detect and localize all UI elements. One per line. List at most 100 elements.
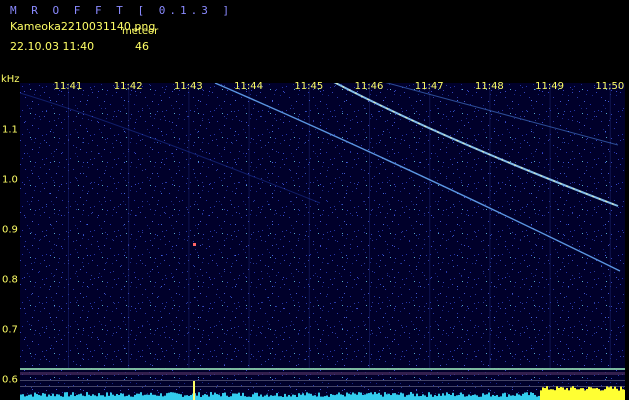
level-bar (46, 396, 48, 400)
level-bar (28, 394, 30, 400)
level-bar (190, 395, 192, 400)
level-bar (384, 392, 386, 400)
level-bar (452, 392, 454, 400)
level-bar (618, 390, 620, 400)
level-bar (522, 393, 524, 400)
level-bar (160, 393, 162, 400)
level-bar (330, 393, 332, 400)
level-bar (606, 386, 608, 400)
level-bar (412, 393, 414, 400)
level-bar (414, 396, 416, 400)
level-bar (224, 392, 226, 400)
level-bar (222, 393, 224, 400)
level-bar (448, 394, 450, 400)
meteor-label: meteor (122, 26, 159, 37)
level-bar (482, 393, 484, 400)
level-bar (124, 396, 126, 400)
level-bar (596, 387, 598, 400)
freq-tick: 0.6 (2, 374, 18, 386)
level-bar (528, 395, 530, 400)
level-bar (252, 394, 254, 400)
minute-streak (429, 83, 431, 368)
level-bar (294, 394, 296, 400)
level-bar (504, 392, 506, 400)
time-tick: 11:45 (294, 81, 324, 92)
level-bar (570, 387, 572, 400)
level-bar (458, 394, 460, 400)
level-bar (256, 392, 258, 400)
level-bar (348, 393, 350, 400)
level-bar (568, 390, 570, 400)
level-bar (488, 392, 490, 400)
level-bar (238, 392, 240, 400)
level-bar (24, 396, 26, 400)
time-tick: 11:47 (414, 81, 444, 92)
level-bar (26, 395, 28, 400)
level-bar (422, 394, 424, 400)
level-bar (312, 395, 314, 400)
level-bar (602, 390, 604, 400)
header-panel: M R O F F T [ 0.1.3 ] Kameoka2210031140.… (0, 0, 629, 78)
level-bar (466, 396, 468, 400)
level-bar (208, 396, 210, 400)
level-bar (92, 394, 94, 400)
level-bar (624, 389, 625, 400)
app-title: M R O F F T [ 0.1.3 ] (10, 4, 234, 17)
level-bar (226, 395, 228, 400)
level-bar (468, 394, 470, 400)
minute-streak (609, 83, 611, 368)
separator-line-2 (20, 386, 625, 387)
minute-streak (248, 83, 250, 368)
freq-tick: 0.8 (2, 274, 18, 286)
level-bar (42, 393, 44, 400)
level-bar (374, 392, 376, 400)
level-bar (278, 396, 280, 400)
level-bar (136, 393, 138, 400)
level-bar (56, 394, 58, 400)
level-bar (318, 392, 320, 400)
minute-streak (549, 83, 551, 368)
level-bar (446, 392, 448, 400)
level-bar (30, 394, 32, 400)
level-bar (210, 392, 212, 400)
level-bar (576, 389, 578, 400)
level-bar (444, 395, 446, 400)
level-bar (308, 393, 310, 400)
level-bar (44, 393, 46, 400)
level-bar (410, 392, 412, 400)
level-bar (66, 392, 68, 400)
level-bar (366, 393, 368, 400)
level-bar (388, 393, 390, 400)
time-tick: 11:48 (474, 81, 504, 92)
level-bar (310, 393, 312, 400)
level-bar (616, 388, 618, 400)
level-bar (428, 392, 430, 400)
time-tick: 11:44 (234, 81, 264, 92)
level-bar (230, 396, 232, 400)
level-bar (400, 392, 402, 400)
level-bar (264, 395, 266, 400)
level-bar (554, 390, 556, 400)
level-bar (186, 395, 188, 400)
level-bar (300, 394, 302, 400)
level-bar (542, 387, 544, 400)
level-bar (180, 394, 182, 400)
level-bar (244, 396, 246, 400)
level-bar (334, 395, 336, 400)
level-bar (130, 396, 132, 400)
level-bar (74, 396, 76, 400)
level-bar (416, 393, 418, 400)
level-bar (156, 395, 158, 400)
time-tick: 11:42 (113, 81, 143, 92)
level-bar (434, 395, 436, 400)
level-bar (20, 394, 22, 400)
level-bar (394, 393, 396, 400)
level-bar (316, 396, 318, 400)
minute-streak (369, 83, 370, 368)
interference-line (20, 368, 625, 370)
level-bar (442, 393, 444, 400)
level-bar (40, 395, 42, 400)
level-bar (166, 393, 168, 400)
level-bar (512, 395, 514, 400)
level-bar (418, 396, 420, 400)
